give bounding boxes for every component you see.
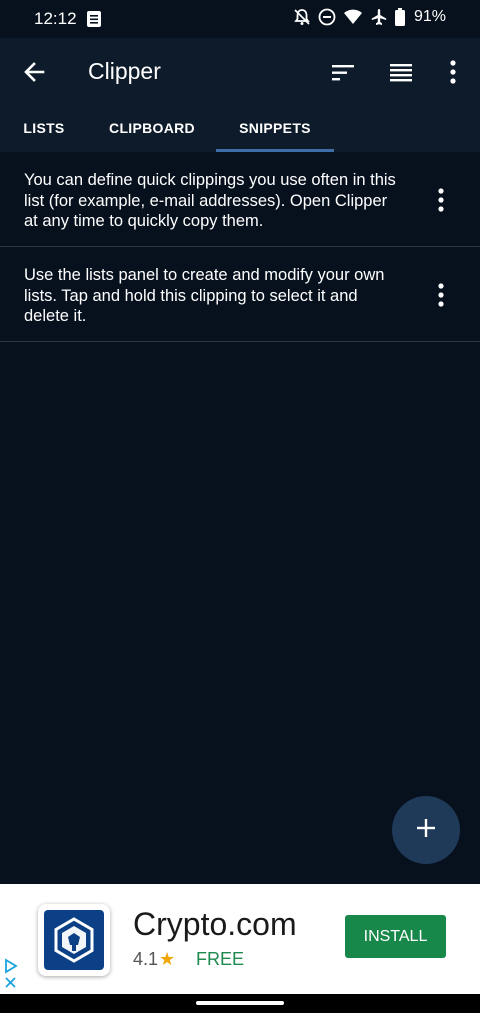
page-title: Clipper xyxy=(88,58,161,84)
more-vert-icon[interactable] xyxy=(430,281,452,309)
tab-bar: LISTS CLIPBOARD SNIPPETS xyxy=(0,104,480,152)
battery-icon xyxy=(394,8,405,26)
sort-icon[interactable] xyxy=(330,60,356,86)
snippet-text: You can define quick clippings you use o… xyxy=(24,171,396,230)
view-list-icon[interactable] xyxy=(388,60,414,86)
more-vert-icon[interactable] xyxy=(430,186,452,214)
ad-rating: 4.1 xyxy=(133,949,159,969)
home-gesture-handle[interactable] xyxy=(196,1001,284,1005)
more-vert-icon[interactable] xyxy=(442,58,464,86)
ad-title: Crypto.com xyxy=(133,906,297,942)
battery-percent: 91% xyxy=(413,8,446,25)
navigation-bar xyxy=(0,994,480,1013)
clipboard-note-icon xyxy=(86,10,102,28)
plus-icon xyxy=(415,817,437,844)
back-arrow-icon[interactable] xyxy=(20,58,48,86)
list-item[interactable]: You can define quick clippings you use o… xyxy=(0,152,480,247)
status-bar: 12:12 91% xyxy=(0,0,480,38)
app-bar: Clipper xyxy=(0,38,480,104)
ad-choices-icon[interactable] xyxy=(3,958,19,974)
airplane-icon xyxy=(370,8,388,26)
list-item[interactable]: Use the lists panel to create and modify… xyxy=(0,247,480,342)
wifi-icon xyxy=(343,8,363,26)
close-icon[interactable] xyxy=(4,976,17,989)
ad-banner[interactable]: Crypto.com 4.1 ★ FREE INSTALL xyxy=(0,884,480,994)
snippet-list: You can define quick clippings you use o… xyxy=(0,152,480,884)
star-icon: ★ xyxy=(159,949,176,969)
add-snippet-button[interactable] xyxy=(392,796,460,864)
install-button[interactable]: INSTALL xyxy=(345,915,446,958)
status-time: 12:12 xyxy=(34,9,77,28)
tab-lists[interactable]: LISTS xyxy=(0,104,88,152)
snippet-text: Use the lists panel to create and modify… xyxy=(24,266,385,325)
bell-off-icon xyxy=(293,8,311,26)
ad-price: FREE xyxy=(196,949,245,969)
do-not-disturb-icon xyxy=(318,8,336,26)
tab-snippets[interactable]: SNIPPETS xyxy=(216,104,334,152)
crypto-com-logo[interactable] xyxy=(38,904,110,976)
tab-clipboard[interactable]: CLIPBOARD xyxy=(88,104,216,152)
